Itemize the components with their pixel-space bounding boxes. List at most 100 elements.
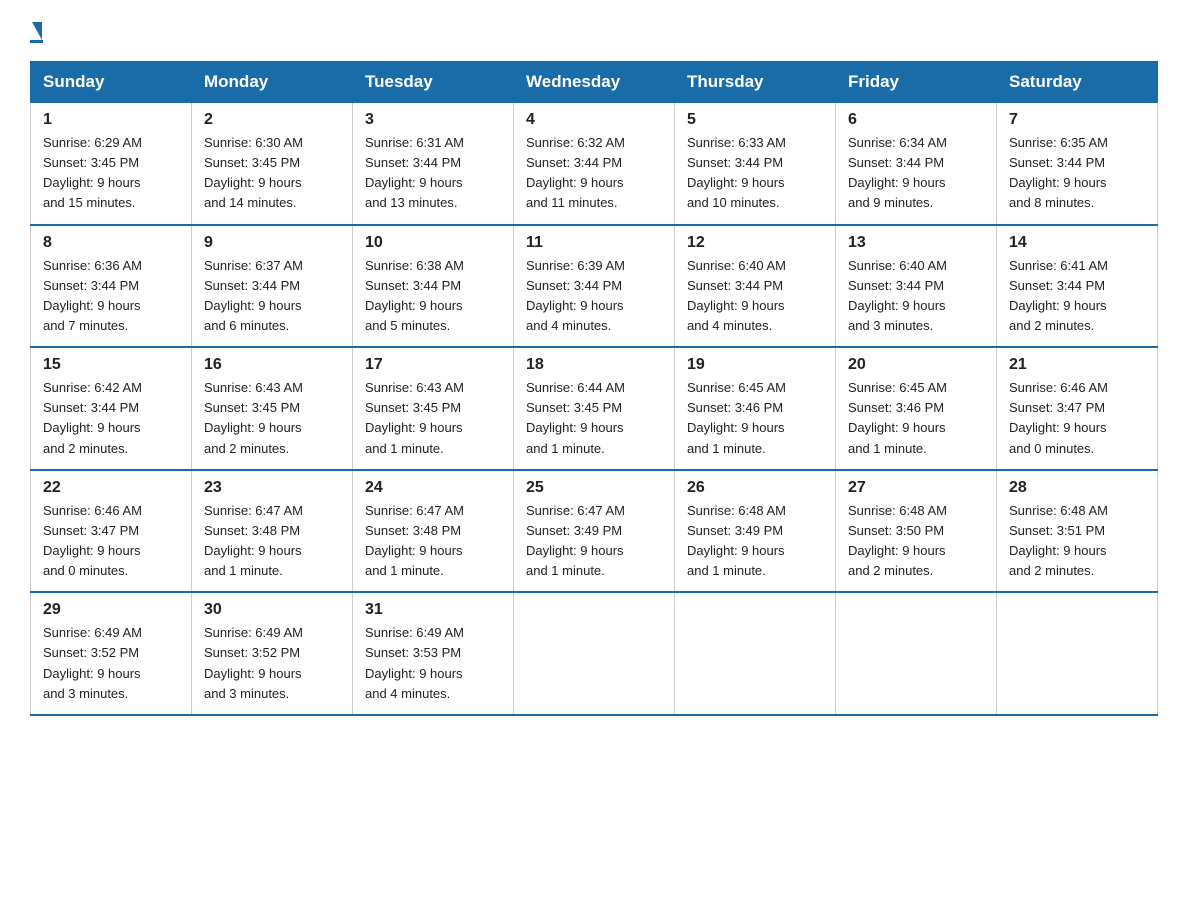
day-info: Sunrise: 6:29 AMSunset: 3:45 PMDaylight:… — [43, 133, 179, 214]
calendar-cell: 20Sunrise: 6:45 AMSunset: 3:46 PMDayligh… — [836, 347, 997, 470]
calendar-cell: 25Sunrise: 6:47 AMSunset: 3:49 PMDayligh… — [514, 470, 675, 593]
day-info: Sunrise: 6:31 AMSunset: 3:44 PMDaylight:… — [365, 133, 501, 214]
logo-underline — [30, 40, 43, 43]
calendar-cell: 13Sunrise: 6:40 AMSunset: 3:44 PMDayligh… — [836, 225, 997, 348]
day-info: Sunrise: 6:49 AMSunset: 3:53 PMDaylight:… — [365, 623, 501, 704]
day-info: Sunrise: 6:44 AMSunset: 3:45 PMDaylight:… — [526, 378, 662, 459]
calendar-cell: 12 Sunrise: 6:40 AMSunset: 3:44 PMDayligh… — [675, 225, 836, 348]
calendar-week-row: 1 Sunrise: 6:29 AMSunset: 3:45 PMDaylight… — [31, 103, 1158, 225]
day-info: Sunrise: 6:45 AMSunset: 3:46 PMDaylight:… — [687, 378, 823, 459]
calendar-cell: 21 Sunrise: 6:46 AMSunset: 3:47 PMDayligh… — [997, 347, 1158, 470]
day-info: Sunrise: 6:30 AMSunset: 3:45 PMDaylight:… — [204, 133, 340, 214]
day-number: 28 — [1009, 479, 1145, 497]
calendar-cell — [997, 592, 1158, 715]
day-number: 14 — [1009, 234, 1145, 252]
weekday-header-thursday: Thursday — [675, 62, 836, 103]
day-info: Sunrise: 6:33 AMSunset: 3:44 PMDaylight:… — [687, 133, 823, 214]
day-info: Sunrise: 6:46 AMSunset: 3:47 PMDaylight:… — [43, 501, 179, 582]
day-number: 12 — [687, 234, 823, 252]
weekday-header-friday: Friday — [836, 62, 997, 103]
calendar-cell: 28 Sunrise: 6:48 AMSunset: 3:51 PMDayligh… — [997, 470, 1158, 593]
calendar-header-row: SundayMondayTuesdayWednesdayThursdayFrid… — [31, 62, 1158, 103]
day-number: 19 — [687, 356, 823, 374]
calendar-week-row: 29 Sunrise: 6:49 AMSunset: 3:52 PMDayligh… — [31, 592, 1158, 715]
day-info: Sunrise: 6:43 AMSunset: 3:45 PMDaylight:… — [204, 378, 340, 459]
day-info: Sunrise: 6:49 AMSunset: 3:52 PMDaylight:… — [204, 623, 340, 704]
day-info: Sunrise: 6:32 AMSunset: 3:44 PMDaylight:… — [526, 133, 662, 214]
day-number: 3 — [365, 111, 501, 129]
day-number: 4 — [526, 111, 662, 129]
calendar-cell — [514, 592, 675, 715]
day-info: Sunrise: 6:48 AMSunset: 3:51 PMDaylight:… — [1009, 501, 1145, 582]
day-number: 1 — [43, 111, 179, 129]
calendar-cell: 7 Sunrise: 6:35 AMSunset: 3:44 PMDaylight… — [997, 103, 1158, 225]
day-number: 21 — [1009, 356, 1145, 374]
day-number: 23 — [204, 479, 340, 497]
day-number: 16 — [204, 356, 340, 374]
calendar-cell: 19 Sunrise: 6:45 AMSunset: 3:46 PMDayligh… — [675, 347, 836, 470]
logo — [30, 20, 43, 43]
day-info: Sunrise: 6:45 AMSunset: 3:46 PMDaylight:… — [848, 378, 984, 459]
day-info: Sunrise: 6:35 AMSunset: 3:44 PMDaylight:… — [1009, 133, 1145, 214]
weekday-header-sunday: Sunday — [31, 62, 192, 103]
calendar-cell: 18 Sunrise: 6:44 AMSunset: 3:45 PMDayligh… — [514, 347, 675, 470]
calendar-cell: 26Sunrise: 6:48 AMSunset: 3:49 PMDayligh… — [675, 470, 836, 593]
day-info: Sunrise: 6:41 AMSunset: 3:44 PMDaylight:… — [1009, 256, 1145, 337]
calendar-cell: 10Sunrise: 6:38 AMSunset: 3:44 PMDayligh… — [353, 225, 514, 348]
day-number: 7 — [1009, 111, 1145, 129]
calendar-week-row: 22Sunrise: 6:46 AMSunset: 3:47 PMDayligh… — [31, 470, 1158, 593]
day-info: Sunrise: 6:38 AMSunset: 3:44 PMDaylight:… — [365, 256, 501, 337]
calendar-cell: 4 Sunrise: 6:32 AMSunset: 3:44 PMDaylight… — [514, 103, 675, 225]
calendar-cell: 23 Sunrise: 6:47 AMSunset: 3:48 PMDayligh… — [192, 470, 353, 593]
day-number: 15 — [43, 356, 179, 374]
calendar-cell: 17Sunrise: 6:43 AMSunset: 3:45 PMDayligh… — [353, 347, 514, 470]
day-info: Sunrise: 6:48 AMSunset: 3:50 PMDaylight:… — [848, 501, 984, 582]
day-info: Sunrise: 6:36 AMSunset: 3:44 PMDaylight:… — [43, 256, 179, 337]
calendar-cell: 14 Sunrise: 6:41 AMSunset: 3:44 PMDayligh… — [997, 225, 1158, 348]
day-number: 31 — [365, 601, 501, 619]
weekday-header-wednesday: Wednesday — [514, 62, 675, 103]
calendar-cell: 31 Sunrise: 6:49 AMSunset: 3:53 PMDayligh… — [353, 592, 514, 715]
weekday-header-monday: Monday — [192, 62, 353, 103]
day-info: Sunrise: 6:46 AMSunset: 3:47 PMDaylight:… — [1009, 378, 1145, 459]
calendar-week-row: 15Sunrise: 6:42 AMSunset: 3:44 PMDayligh… — [31, 347, 1158, 470]
day-number: 6 — [848, 111, 984, 129]
calendar-cell: 3 Sunrise: 6:31 AMSunset: 3:44 PMDaylight… — [353, 103, 514, 225]
day-info: Sunrise: 6:47 AMSunset: 3:48 PMDaylight:… — [365, 501, 501, 582]
calendar-cell: 24 Sunrise: 6:47 AMSunset: 3:48 PMDayligh… — [353, 470, 514, 593]
day-info: Sunrise: 6:40 AMSunset: 3:44 PMDaylight:… — [687, 256, 823, 337]
calendar-cell: 15Sunrise: 6:42 AMSunset: 3:44 PMDayligh… — [31, 347, 192, 470]
day-info: Sunrise: 6:39 AMSunset: 3:44 PMDaylight:… — [526, 256, 662, 337]
day-number: 9 — [204, 234, 340, 252]
calendar-cell: 11 Sunrise: 6:39 AMSunset: 3:44 PMDayligh… — [514, 225, 675, 348]
day-number: 27 — [848, 479, 984, 497]
calendar-cell: 22Sunrise: 6:46 AMSunset: 3:47 PMDayligh… — [31, 470, 192, 593]
day-info: Sunrise: 6:47 AMSunset: 3:48 PMDaylight:… — [204, 501, 340, 582]
calendar-cell: 30 Sunrise: 6:49 AMSunset: 3:52 PMDayligh… — [192, 592, 353, 715]
calendar-cell: 1 Sunrise: 6:29 AMSunset: 3:45 PMDaylight… — [31, 103, 192, 225]
calendar-week-row: 8 Sunrise: 6:36 AMSunset: 3:44 PMDaylight… — [31, 225, 1158, 348]
calendar-cell: 9Sunrise: 6:37 AMSunset: 3:44 PMDaylight… — [192, 225, 353, 348]
day-number: 24 — [365, 479, 501, 497]
day-info: Sunrise: 6:47 AMSunset: 3:49 PMDaylight:… — [526, 501, 662, 582]
day-number: 8 — [43, 234, 179, 252]
weekday-header-saturday: Saturday — [997, 62, 1158, 103]
day-info: Sunrise: 6:49 AMSunset: 3:52 PMDaylight:… — [43, 623, 179, 704]
day-number: 30 — [204, 601, 340, 619]
day-number: 11 — [526, 234, 662, 252]
weekday-header-tuesday: Tuesday — [353, 62, 514, 103]
calendar-cell — [836, 592, 997, 715]
page-header — [30, 20, 1158, 43]
calendar-cell: 5 Sunrise: 6:33 AMSunset: 3:44 PMDaylight… — [675, 103, 836, 225]
calendar-cell: 2Sunrise: 6:30 AMSunset: 3:45 PMDaylight… — [192, 103, 353, 225]
logo-arrow-icon — [32, 22, 42, 40]
day-number: 13 — [848, 234, 984, 252]
day-number: 18 — [526, 356, 662, 374]
day-info: Sunrise: 6:34 AMSunset: 3:44 PMDaylight:… — [848, 133, 984, 214]
day-number: 5 — [687, 111, 823, 129]
calendar-table: SundayMondayTuesdayWednesdayThursdayFrid… — [30, 61, 1158, 716]
day-number: 29 — [43, 601, 179, 619]
calendar-cell: 6 Sunrise: 6:34 AMSunset: 3:44 PMDaylight… — [836, 103, 997, 225]
calendar-cell: 27 Sunrise: 6:48 AMSunset: 3:50 PMDayligh… — [836, 470, 997, 593]
day-info: Sunrise: 6:43 AMSunset: 3:45 PMDaylight:… — [365, 378, 501, 459]
